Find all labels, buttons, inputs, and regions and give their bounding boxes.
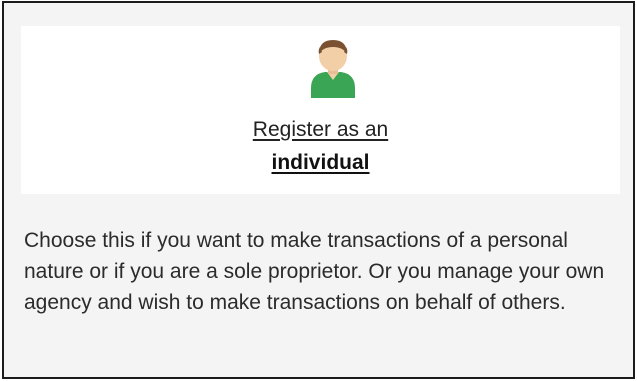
user-avatar-icon [307, 38, 359, 98]
register-link-label[interactable]: Register as an [21, 117, 620, 143]
option-description: Choose this if you want to make transact… [24, 229, 605, 314]
register-link-emphasis[interactable]: individual [21, 150, 620, 176]
register-individual-link[interactable]: Register as an individual [21, 26, 620, 194]
registration-option-card: Register as an individual Choose this if… [2, 1, 635, 379]
